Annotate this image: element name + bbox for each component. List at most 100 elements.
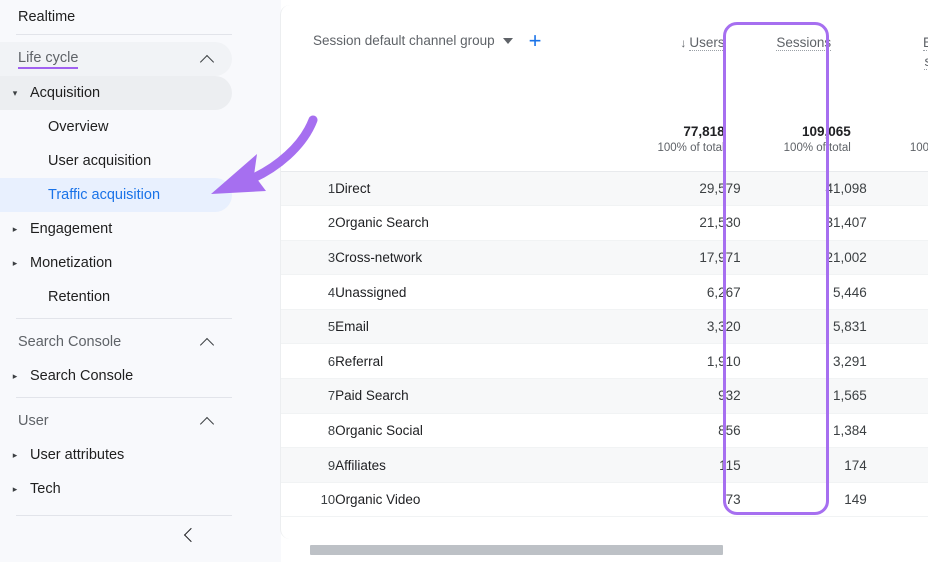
chevron-up-icon bbox=[200, 335, 214, 349]
row-rank: 6 bbox=[281, 344, 335, 379]
sidebar-collapse-button[interactable] bbox=[0, 528, 232, 542]
chevron-up-icon bbox=[200, 414, 214, 428]
sidebar-section-life-cycle[interactable]: Life cycle bbox=[0, 42, 232, 76]
totals-engaged-value: 85,559 bbox=[867, 123, 928, 140]
row-users: 29,579 bbox=[614, 171, 740, 206]
table-row[interactable]: 1Direct29,57941,09832,869 bbox=[281, 171, 928, 206]
column-header-sessions[interactable]: Sessions bbox=[741, 5, 867, 123]
sidebar: Realtime Life cycle ▾ Acquisition Overvi… bbox=[0, 0, 257, 562]
totals-sessions-subtext: 100% of total bbox=[741, 140, 867, 156]
sidebar-section-label: User bbox=[18, 413, 49, 429]
row-rank: 9 bbox=[281, 448, 335, 483]
row-sessions: 21,002 bbox=[741, 240, 867, 275]
totals-row: 77,818 100% of total 109,065 100% of tot… bbox=[281, 123, 928, 171]
sidebar-item-user-attributes[interactable]: ▸ User attributes bbox=[0, 438, 232, 472]
sidebar-item-label: Traffic acquisition bbox=[0, 187, 232, 203]
table-row[interactable]: 5Email3,3205,8314,982 bbox=[281, 309, 928, 344]
row-dimension: Paid Search bbox=[335, 379, 614, 414]
totals-users-value: 77,818 bbox=[614, 123, 740, 140]
row-dimension: Unassigned bbox=[335, 275, 614, 310]
row-users: 21,530 bbox=[614, 206, 740, 241]
caret-right-icon: ▸ bbox=[0, 451, 30, 460]
row-rank: 3 bbox=[281, 240, 335, 275]
table-row[interactable]: 7Paid Search9321,5651,145 bbox=[281, 379, 928, 414]
row-users: 6,267 bbox=[614, 275, 740, 310]
sidebar-item-search-console[interactable]: ▸ Search Console bbox=[0, 359, 232, 393]
row-engaged-sessions: 32,869 bbox=[867, 171, 928, 206]
table-row[interactable]: 9Affiliates115174141 bbox=[281, 448, 928, 483]
row-dimension: Organic Search bbox=[335, 206, 614, 241]
divider bbox=[16, 515, 232, 516]
column-header-label-line2: sessions bbox=[924, 54, 928, 70]
table-row[interactable]: 6Referral1,9103,2912,725 bbox=[281, 344, 928, 379]
table-row[interactable]: 4Unassigned6,2675,44621 bbox=[281, 275, 928, 310]
row-sessions: 3,291 bbox=[741, 344, 867, 379]
row-sessions: 5,831 bbox=[741, 309, 867, 344]
sidebar-section-label: Search Console bbox=[18, 334, 121, 350]
sidebar-section-user[interactable]: User bbox=[0, 404, 232, 438]
row-engaged-sessions: 116 bbox=[867, 482, 928, 517]
row-sessions: 1,384 bbox=[741, 413, 867, 448]
sidebar-item-retention[interactable]: Retention bbox=[0, 280, 232, 314]
row-rank: 10 bbox=[281, 482, 335, 517]
dimension-header-cell: Session default channel group + bbox=[281, 5, 614, 123]
sidebar-item-label: Realtime bbox=[0, 9, 232, 25]
sidebar-section-search-console[interactable]: Search Console bbox=[0, 325, 232, 359]
column-header-users[interactable]: ↓Users bbox=[614, 5, 740, 123]
row-sessions: 1,565 bbox=[741, 379, 867, 414]
sidebar-item-realtime[interactable]: Realtime bbox=[0, 0, 232, 34]
plus-icon[interactable]: + bbox=[529, 34, 542, 48]
sidebar-item-tech[interactable]: ▸ Tech bbox=[0, 472, 232, 506]
sidebar-item-traffic-acquisition[interactable]: Traffic acquisition bbox=[0, 178, 232, 212]
row-engaged-sessions: 4,982 bbox=[867, 309, 928, 344]
row-rank: 4 bbox=[281, 275, 335, 310]
row-dimension: Email bbox=[335, 309, 614, 344]
totals-label-cell bbox=[281, 123, 614, 171]
caret-right-icon: ▸ bbox=[0, 372, 30, 381]
row-engaged-sessions: 1,187 bbox=[867, 413, 928, 448]
dimension-selector-label[interactable]: Session default channel group bbox=[313, 33, 495, 48]
row-dimension: Direct bbox=[335, 171, 614, 206]
sidebar-section-label: Life cycle bbox=[18, 50, 78, 69]
row-users: 932 bbox=[614, 379, 740, 414]
table-body: 1Direct29,57941,09832,8692Organic Search… bbox=[281, 171, 928, 517]
divider bbox=[16, 397, 232, 398]
sidebar-item-overview[interactable]: Overview bbox=[0, 110, 232, 144]
row-sessions: 31,407 bbox=[741, 206, 867, 241]
divider bbox=[16, 318, 232, 319]
table-row[interactable]: 8Organic Social8561,3841,187 bbox=[281, 413, 928, 448]
curved-arrow-icon bbox=[205, 112, 330, 212]
row-rank: 7 bbox=[281, 379, 335, 414]
column-header-engaged-sessions[interactable]: Engaged sessions bbox=[867, 5, 928, 123]
traffic-acquisition-table: Session default channel group + ↓Users bbox=[281, 5, 928, 517]
table-row[interactable]: 10Organic Video73149116 bbox=[281, 482, 928, 517]
horizontal-scrollbar-thumb[interactable] bbox=[310, 545, 723, 555]
sidebar-item-label: Tech bbox=[30, 481, 232, 497]
sidebar-item-acquisition[interactable]: ▾ Acquisition bbox=[0, 76, 232, 110]
table-row[interactable]: 3Cross-network17,97121,00217,891 bbox=[281, 240, 928, 275]
sidebar-item-engagement[interactable]: ▸ Engagement bbox=[0, 212, 232, 246]
row-users: 1,910 bbox=[614, 344, 740, 379]
row-engaged-sessions: 27,129 bbox=[867, 206, 928, 241]
sidebar-gap bbox=[257, 0, 281, 562]
column-header-label: Users bbox=[689, 35, 724, 51]
row-engaged-sessions: 2,725 bbox=[867, 344, 928, 379]
row-users: 856 bbox=[614, 413, 740, 448]
totals-engaged-sessions-cell: 85,559 100% of total bbox=[867, 123, 928, 171]
row-users: 3,320 bbox=[614, 309, 740, 344]
row-dimension: Cross-network bbox=[335, 240, 614, 275]
chevron-left-icon bbox=[182, 528, 196, 542]
sidebar-item-monetization[interactable]: ▸ Monetization bbox=[0, 246, 232, 280]
arrow-down-icon: ↓ bbox=[680, 36, 686, 50]
report-card: Session default channel group + ↓Users bbox=[280, 5, 928, 539]
totals-engaged-subtext: 100% of total bbox=[867, 140, 928, 156]
row-sessions: 149 bbox=[741, 482, 867, 517]
triangle-down-icon[interactable] bbox=[503, 38, 513, 44]
table-row[interactable]: 2Organic Search21,53031,40727,129 bbox=[281, 206, 928, 241]
sidebar-item-label: Acquisition bbox=[30, 85, 232, 101]
totals-sessions-cell: 109,065 100% of total bbox=[741, 123, 867, 171]
column-header-label: Sessions bbox=[776, 35, 831, 51]
sidebar-item-user-acquisition[interactable]: User acquisition bbox=[0, 144, 232, 178]
caret-right-icon: ▸ bbox=[0, 225, 30, 234]
row-engaged-sessions: 141 bbox=[867, 448, 928, 483]
